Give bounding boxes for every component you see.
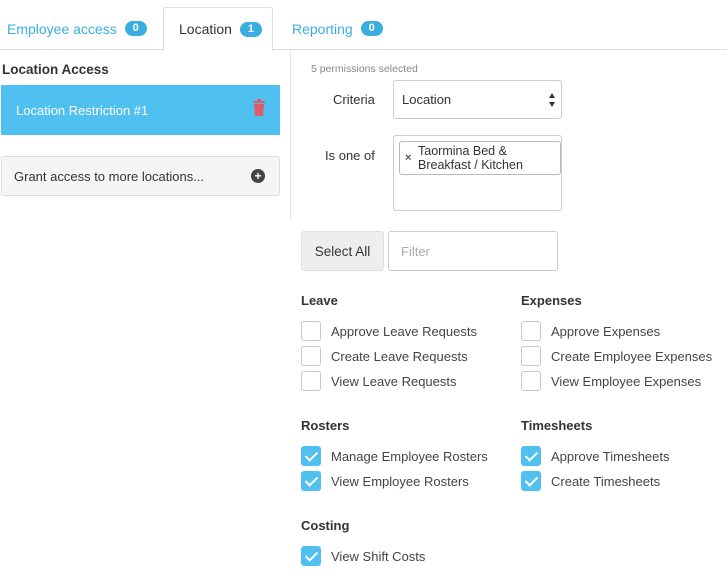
restriction-label: Location Restriction #1 xyxy=(16,102,149,118)
perm-label: Approve Leave Requests xyxy=(331,323,477,339)
costing-heading: Costing xyxy=(301,518,350,533)
checkbox[interactable] xyxy=(301,346,321,366)
perm-label: View Employee Expenses xyxy=(551,373,702,389)
perm-create-timesheets[interactable]: Create Timesheets xyxy=(521,471,660,491)
count-badge: 0 xyxy=(360,21,383,36)
permissions-selected-count: 5 permissions selected xyxy=(311,63,418,75)
checkbox[interactable] xyxy=(521,321,541,341)
expenses-heading: Expenses xyxy=(521,293,582,308)
checkbox[interactable] xyxy=(301,371,321,391)
is-one-of-label: Is one of xyxy=(325,148,375,163)
perm-manage-employee-rosters[interactable]: Manage Employee Rosters xyxy=(301,446,488,466)
checkbox-checked[interactable] xyxy=(301,546,321,566)
perm-create-leave-requests[interactable]: Create Leave Requests xyxy=(301,346,468,366)
perm-label: Approve Expenses xyxy=(551,323,661,339)
checkbox[interactable] xyxy=(521,346,541,366)
perm-approve-expenses[interactable]: Approve Expenses xyxy=(521,321,660,341)
count-badge: 1 xyxy=(239,21,262,37)
checkbox-checked[interactable] xyxy=(521,446,541,466)
perm-label: Create Employee Expenses xyxy=(551,348,713,364)
tab-bar: Employee access 0 Location 1 Reporting 0 xyxy=(0,0,727,51)
leave-heading: Leave xyxy=(301,293,338,308)
checkbox-checked[interactable] xyxy=(301,446,321,466)
perm-label: View Shift Costs xyxy=(331,548,426,564)
tab-label: Employee access xyxy=(7,20,117,37)
count-badge: 0 xyxy=(124,21,147,36)
checkbox-checked[interactable] xyxy=(521,471,541,491)
timesheets-heading: Timesheets xyxy=(521,418,593,433)
filter-input[interactable] xyxy=(388,231,558,271)
rosters-heading: Rosters xyxy=(301,418,350,433)
tab-reporting[interactable]: Reporting 0 xyxy=(292,7,383,50)
tab-label: Reporting xyxy=(292,20,353,37)
checkbox[interactable] xyxy=(521,371,541,391)
plus-circle-icon: + xyxy=(251,169,265,183)
selected-location-chip: × Taormina Bed & Breakfast / Kitchen xyxy=(399,141,561,175)
criteria-label: Criteria xyxy=(333,92,375,107)
checkbox-checked[interactable] xyxy=(301,471,321,491)
panel-divider xyxy=(290,50,291,220)
grant-label: Grant access to more locations... xyxy=(14,168,205,184)
perm-view-employee-expenses[interactable]: View Employee Expenses xyxy=(521,371,701,391)
perm-view-shift-costs[interactable]: View Shift Costs xyxy=(301,546,425,566)
criteria-value: Location xyxy=(402,92,452,107)
perm-view-employee-rosters[interactable]: View Employee Rosters xyxy=(301,471,469,491)
select-all-button[interactable]: Select All xyxy=(301,231,384,271)
perm-create-employee-expenses[interactable]: Create Employee Expenses xyxy=(521,346,712,366)
criteria-select[interactable]: Location xyxy=(393,80,562,119)
trash-icon[interactable] xyxy=(252,99,266,117)
perm-approve-leave-requests[interactable]: Approve Leave Requests xyxy=(301,321,477,341)
perm-approve-timesheets[interactable]: Approve Timesheets xyxy=(521,446,670,466)
select-arrows-icon xyxy=(549,93,555,107)
location-multiselect[interactable]: × Taormina Bed & Breakfast / Kitchen xyxy=(393,135,562,211)
location-access-heading: Location Access xyxy=(2,62,109,77)
perm-label: View Employee Rosters xyxy=(331,473,469,489)
perm-label: Approve Timesheets xyxy=(551,448,670,464)
tab-label: Location xyxy=(179,21,232,37)
perm-view-leave-requests[interactable]: View Leave Requests xyxy=(301,371,457,391)
checkbox[interactable] xyxy=(301,321,321,341)
perm-label: Manage Employee Rosters xyxy=(331,448,488,464)
perm-label: Create Leave Requests xyxy=(331,348,468,364)
tab-employee-access[interactable]: Employee access 0 xyxy=(7,7,147,50)
perm-label: View Leave Requests xyxy=(331,373,457,389)
perm-label: Create Timesheets xyxy=(551,473,661,489)
location-restriction-item[interactable]: Location Restriction #1 xyxy=(1,85,280,135)
grant-more-locations-button[interactable]: Grant access to more locations... + xyxy=(1,156,280,196)
remove-icon[interactable]: × xyxy=(405,151,411,165)
chip-label: Taormina Bed & Breakfast / Kitchen xyxy=(418,144,523,172)
tab-location[interactable]: Location 1 xyxy=(163,7,273,51)
